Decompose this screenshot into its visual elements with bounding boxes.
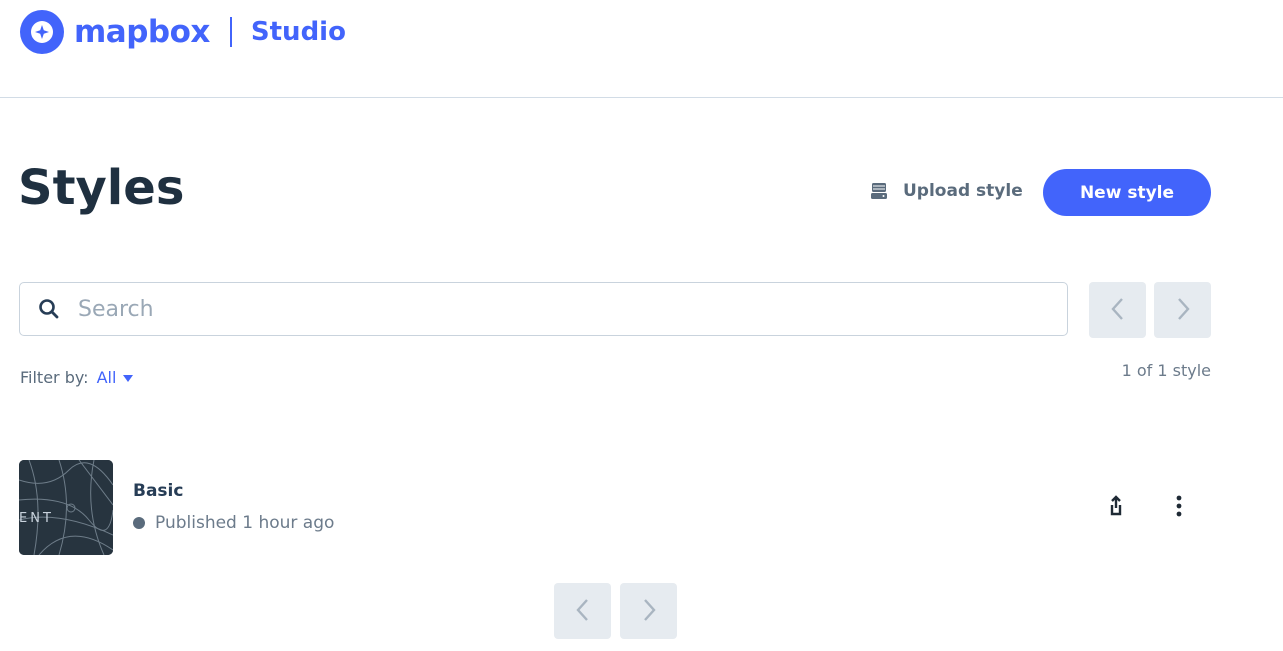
style-name[interactable]: Basic bbox=[133, 481, 183, 501]
filter-dropdown[interactable]: All bbox=[97, 368, 135, 387]
search-input[interactable] bbox=[76, 295, 980, 323]
new-style-button[interactable]: New style bbox=[1043, 169, 1211, 216]
mapbox-logo-icon bbox=[20, 10, 64, 54]
search-box[interactable] bbox=[19, 282, 1068, 336]
logo-divider bbox=[229, 17, 232, 47]
filter-value: All bbox=[96, 368, 117, 387]
filter-label: Filter by: bbox=[20, 368, 89, 387]
next-page-button-bottom[interactable] bbox=[620, 583, 677, 639]
search-icon bbox=[38, 298, 60, 320]
style-list-item[interactable]: ENT Basic Published 1 hour ago bbox=[19, 460, 1211, 556]
product-name: Studio bbox=[250, 17, 346, 47]
brand-name: mapbox bbox=[74, 14, 210, 50]
prev-page-button-bottom[interactable] bbox=[554, 583, 611, 639]
upload-drive-icon bbox=[869, 181, 889, 201]
style-thumbnail[interactable]: ENT bbox=[19, 460, 113, 555]
filter-control: Filter by: All bbox=[20, 368, 134, 387]
thumb-label: ENT bbox=[19, 511, 54, 526]
chevron-left-icon bbox=[573, 596, 593, 627]
mapbox-studio-logo[interactable]: mapbox Studio bbox=[20, 10, 346, 54]
page-title: Styles bbox=[18, 160, 185, 216]
style-status: Published 1 hour ago bbox=[133, 513, 334, 533]
chevron-left-icon bbox=[1108, 295, 1128, 326]
top-header: mapbox Studio bbox=[0, 0, 1283, 98]
more-options-button[interactable] bbox=[1165, 494, 1193, 522]
more-vertical-icon bbox=[1175, 494, 1183, 522]
prev-page-button-top[interactable] bbox=[1089, 282, 1146, 338]
chevron-right-icon bbox=[1173, 295, 1193, 326]
style-count: 1 of 1 style bbox=[1121, 361, 1211, 380]
next-page-button-top[interactable] bbox=[1154, 282, 1211, 338]
upload-style-label: Upload style bbox=[903, 181, 1023, 201]
status-text: Published 1 hour ago bbox=[155, 513, 335, 533]
chevron-right-icon bbox=[639, 596, 659, 627]
caret-down-icon bbox=[122, 373, 134, 383]
share-button[interactable] bbox=[1102, 494, 1130, 522]
share-icon bbox=[1105, 494, 1127, 522]
status-dot bbox=[133, 517, 145, 529]
upload-style-button[interactable]: Upload style bbox=[869, 175, 1023, 207]
